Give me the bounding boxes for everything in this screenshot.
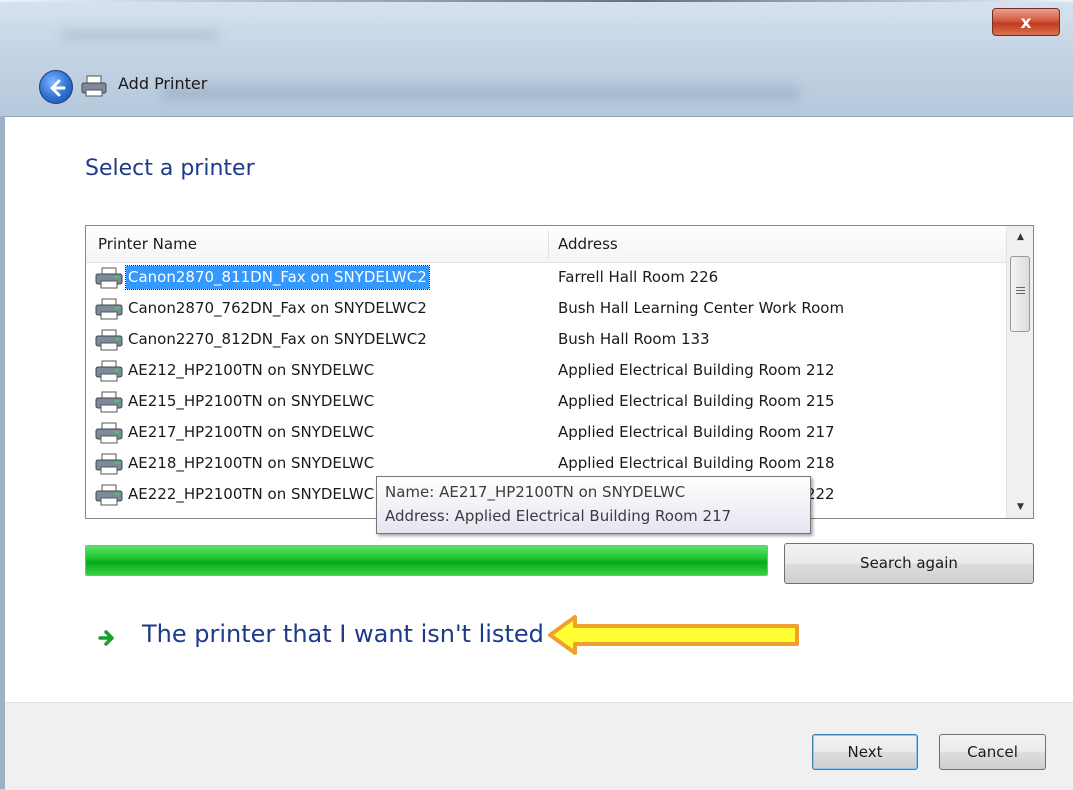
printer-address: Applied Electrical Building Room 218 [558,454,835,472]
network-printer-icon [94,360,124,382]
scroll-up-arrow-icon[interactable]: ▲ [1007,226,1033,248]
scroll-down-arrow-icon[interactable]: ▼ [1007,496,1033,518]
printer-row[interactable]: Canon2870_811DN_Fax on SNYDELWC2 Farrell … [86,262,1006,293]
printer-address: Applied Electrical Building Room 217 [558,423,835,441]
printer-name[interactable]: AE212_HP2100TN on SNYDELWC [126,359,376,382]
search-again-button[interactable]: Search again [784,543,1034,584]
printer-name[interactable]: AE222_HP2100TN on SNYDELWC [126,483,376,506]
callout-arrow-icon [548,615,799,655]
printer-address: Farrell Hall Room 226 [558,268,719,286]
blurred-background [60,30,220,40]
printer-address: Applied Electrical Building Room 215 [558,392,835,410]
printer-name[interactable]: Canon2870_762DN_Fax on SNYDELWC2 [126,297,429,320]
column-header-address[interactable]: Address [558,235,618,253]
network-printer-icon [94,453,124,475]
printer-address: Bush Hall Room 133 [558,330,710,348]
title-bar-edge [0,0,1073,2]
tooltip: Name: AE217_HP2100TN on SNYDELWC Address… [376,476,811,534]
printer-row[interactable]: Canon2870_762DN_Fax on SNYDELWC2 Bush Hal… [86,293,1006,324]
printer-not-listed-link[interactable]: The printer that I want isn't listed [142,620,544,648]
printer-name[interactable]: AE217_HP2100TN on SNYDELWC [126,421,376,444]
printer-row[interactable]: AE212_HP2100TN on SNYDELWC Applied Electr… [86,355,1006,386]
back-button[interactable] [39,70,73,104]
printer-icon [81,75,107,97]
scroll-thumb[interactable] [1010,256,1030,332]
printer-name[interactable]: Canon2870_811DN_Fax on SNYDELWC2 [125,265,430,290]
tooltip-name: Name: AE217_HP2100TN on SNYDELWC [385,483,686,501]
blurred-background [160,86,800,100]
next-button[interactable]: Next [812,734,918,770]
printer-row[interactable]: AE217_HP2100TN on SNYDELWC Applied Electr… [86,417,1006,448]
network-printer-icon [94,267,124,289]
cancel-button[interactable]: Cancel [939,734,1046,770]
printer-row[interactable]: AE215_HP2100TN on SNYDELWC Applied Electr… [86,386,1006,417]
network-printer-icon [94,391,124,413]
printer-address: Applied Electrical Building Room 212 [558,361,835,379]
tooltip-address: Address: Applied Electrical Building Roo… [385,507,732,525]
column-header-printer-name[interactable]: Printer Name [98,235,197,253]
printer-row[interactable]: Canon2270_812DN_Fax on SNYDELWC2 Bush Hal… [86,324,1006,355]
printer-name[interactable]: AE215_HP2100TN on SNYDELWC [126,390,376,413]
printer-row[interactable]: AE218_HP2100TN on SNYDELWC Applied Electr… [86,448,1006,479]
close-button[interactable]: x [992,8,1060,36]
column-divider[interactable] [548,230,549,258]
search-progress-bar [85,545,768,576]
network-printer-icon [94,484,124,506]
printer-name[interactable]: Canon2270_812DN_Fax on SNYDELWC2 [126,328,429,351]
green-arrow-icon [97,628,117,648]
page-title: Select a printer [85,156,255,181]
title-bar [0,0,1073,116]
network-printer-icon [94,422,124,444]
network-printer-icon [94,298,124,320]
progress-fill [86,546,767,575]
back-arrow-icon [50,79,66,97]
vertical-scrollbar[interactable]: ▲ ▼ [1006,226,1033,518]
window-title: Add Printer [118,74,208,93]
printer-name[interactable]: AE218_HP2100TN on SNYDELWC [126,452,376,475]
printer-list[interactable]: Printer Name Address Canon2870_811DN_Fax… [85,225,1034,519]
network-printer-icon [94,329,124,351]
list-header: Printer Name Address [86,226,1006,263]
printer-address: Bush Hall Learning Center Work Room [558,299,845,317]
